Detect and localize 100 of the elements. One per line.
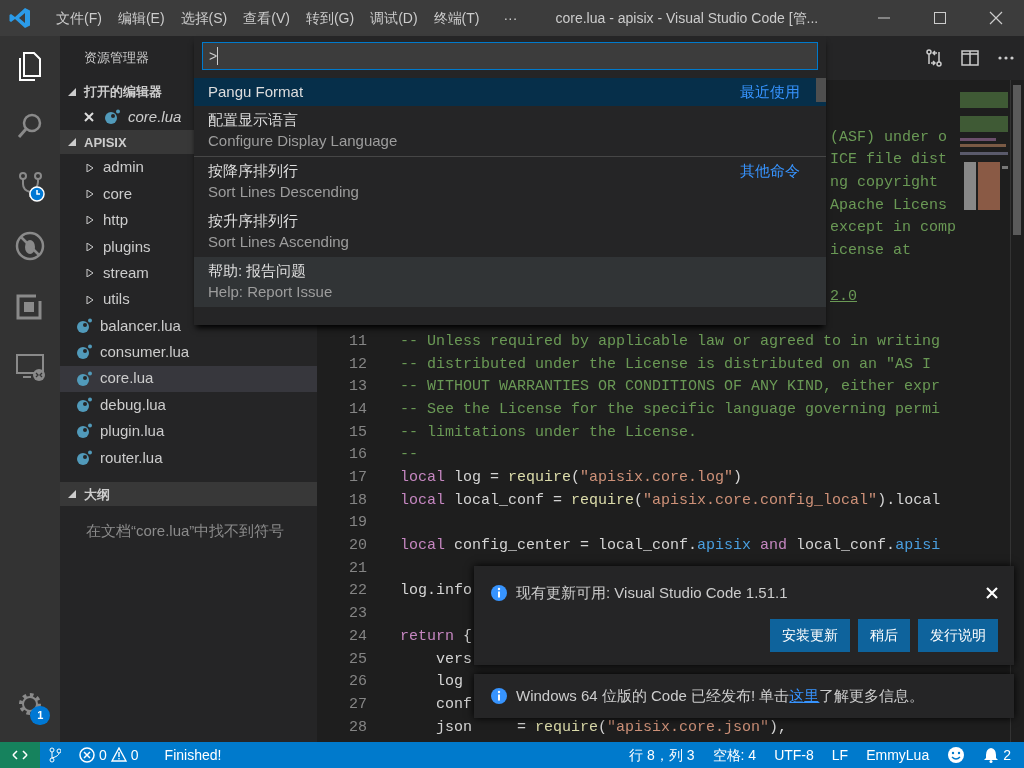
line-number: 15	[348, 422, 367, 443]
expanded-icon[interactable]	[68, 138, 76, 147]
folder-name[interactable]: stream	[103, 261, 149, 285]
status-item[interactable]: 行 8，列 3	[620, 744, 704, 766]
error-icon	[79, 747, 95, 763]
line-number: 24	[348, 626, 367, 647]
command-detail: Sort Lines Ascending	[208, 232, 349, 252]
expanded-icon[interactable]	[68, 88, 76, 96]
menu-item[interactable]: 选择(S)	[172, 7, 236, 29]
code-line: return {	[400, 626, 473, 647]
notification-badge: 1	[30, 706, 51, 725]
collapsed-icon[interactable]	[86, 216, 94, 225]
folder-name[interactable]: utils	[103, 288, 130, 311]
command-item[interactable]: 帮助: 报告问题 Help: Report Issue	[194, 257, 826, 307]
menu-item[interactable]: 文件(F)	[48, 7, 110, 29]
branch-icon[interactable]	[49, 747, 61, 763]
file-name[interactable]: debug.lua	[100, 393, 166, 417]
folder-name[interactable]: core	[103, 182, 133, 206]
code-line: -- distributed under the License is distributed on an "AS I	[400, 354, 932, 375]
command-detail: Configure Display Language	[208, 131, 398, 151]
status-item[interactable]: LF	[822, 744, 858, 766]
notification-button[interactable]: 安装更新	[770, 618, 850, 652]
file-name[interactable]: balancer.lua	[100, 314, 181, 338]
info-icon	[490, 687, 508, 705]
code-line: local config_center = local_conf.apisix and local_conf.apisi	[400, 536, 941, 557]
menu-item[interactable]: 编辑(E)	[109, 7, 173, 29]
folder-name[interactable]: admin	[103, 156, 144, 179]
lua-file-icon	[104, 109, 120, 126]
line-number: 11	[348, 331, 367, 352]
line-number: 23	[348, 604, 367, 625]
line-number: 20	[348, 536, 367, 557]
collapsed-icon[interactable]	[86, 295, 94, 304]
command-group-label: 最近使用	[740, 82, 800, 102]
notification-message: 现有更新可用: Visual Studio Code 1.51.1	[516, 583, 789, 603]
code-line: except in comp	[830, 218, 957, 239]
notifications-button[interactable]: 2	[974, 744, 1020, 766]
problems-button[interactable]: 0 0	[70, 744, 148, 766]
settings-icon[interactable]	[16, 690, 44, 718]
code-line: (ASF) under o	[830, 127, 948, 148]
file-name[interactable]: router.lua	[100, 446, 163, 470]
command-label: 按升序排列行	[208, 211, 299, 231]
folder-name[interactable]: plugins	[103, 235, 151, 258]
lua-file-icon	[76, 317, 92, 334]
collapsed-icon[interactable]	[86, 269, 94, 278]
compare-changes-icon[interactable]	[924, 48, 944, 68]
menu-item[interactable]: 终端(T)	[425, 7, 488, 29]
more-menu[interactable]: ···	[495, 7, 526, 29]
collapsed-icon[interactable]	[86, 163, 94, 172]
section-header[interactable]: 大纲	[84, 484, 110, 505]
info-icon	[490, 584, 508, 603]
menu-item[interactable]: 查看(V)	[235, 7, 298, 29]
status-item[interactable]: UTF-8	[765, 744, 823, 766]
code-line: log.info	[400, 581, 472, 602]
menu-item[interactable]: 调试(D)	[362, 7, 426, 29]
code-line: vers	[435, 649, 472, 670]
status-item[interactable]: EmmyLua	[857, 744, 939, 766]
command-item[interactable]: 配置显示语言 Configure Display Language	[194, 106, 826, 156]
no-bug-icon[interactable]	[14, 230, 46, 262]
link[interactable]: 这里	[789, 686, 820, 704]
command-item[interactable]: 按降序排列行 Sort Lines Descending 其他命令	[194, 156, 826, 207]
line-number: 27	[348, 694, 367, 715]
section-header[interactable]: 打开的编辑器	[84, 82, 162, 102]
line-number: 19	[348, 513, 367, 534]
file-name[interactable]: core.lua	[128, 105, 182, 129]
lua-file-icon	[76, 397, 92, 414]
scrollbar-thumb[interactable]	[816, 78, 826, 102]
command-detail: Sort Lines Descending	[208, 182, 359, 202]
file-name[interactable]: consumer.lua	[100, 341, 190, 364]
remote-button[interactable]	[0, 742, 40, 768]
code-line: --	[400, 445, 418, 466]
smiley-icon[interactable]	[947, 746, 966, 764]
command-detail: Help: Report Issue	[208, 282, 333, 302]
menu-item[interactable]: 转到(G)	[297, 7, 363, 29]
command-input[interactable]: >	[202, 42, 818, 70]
code-line: log	[435, 672, 463, 693]
line-number: 21	[348, 558, 367, 579]
file-name[interactable]: core.lua	[100, 367, 154, 390]
folder-name[interactable]: http	[103, 209, 129, 232]
expanded-icon[interactable]	[68, 490, 76, 499]
collapsed-icon[interactable]	[86, 242, 94, 251]
scrollbar-thumb[interactable]	[1013, 85, 1021, 235]
notification-button[interactable]: 发行说明	[918, 618, 998, 652]
line-number: 14	[348, 399, 367, 420]
section-header[interactable]: APISIX	[84, 132, 127, 153]
code-line: icense at	[830, 241, 911, 262]
command-item[interactable]: 按升序排列行 Sort Lines Ascending	[194, 207, 826, 257]
command-label: 帮助: 报告问题	[208, 261, 308, 281]
line-number: 22	[348, 581, 367, 602]
close-icon[interactable]	[84, 112, 94, 123]
collapsed-icon[interactable]	[86, 189, 94, 198]
lua-file-icon	[76, 449, 92, 466]
status-item[interactable]: 空格: 4	[703, 744, 766, 766]
lua-file-icon	[76, 423, 92, 440]
command-label: Pangu Format	[208, 82, 304, 102]
command-item[interactable]: Pangu Format 最近使用	[194, 78, 826, 106]
notification-button[interactable]: 稍后	[858, 618, 910, 652]
file-name[interactable]: plugin.lua	[100, 420, 165, 443]
line-number: 17	[348, 468, 367, 488]
line-number: 25	[348, 649, 367, 670]
split-editor-icon[interactable]	[960, 48, 980, 68]
